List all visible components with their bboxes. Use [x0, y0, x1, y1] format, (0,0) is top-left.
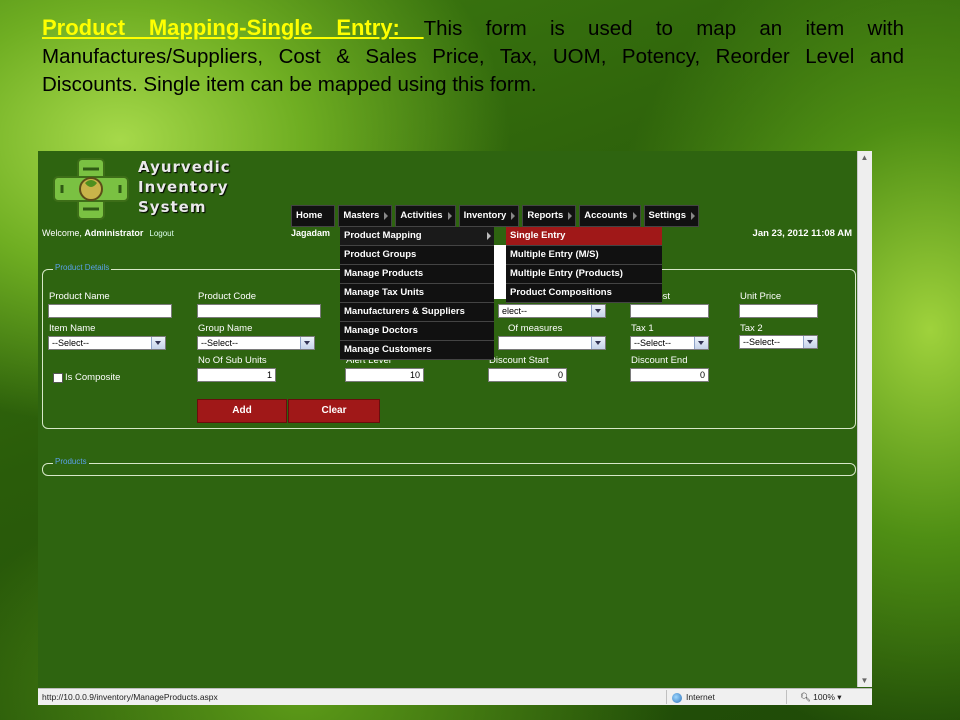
- main-nav: Home Masters Activities Inventory Report…: [291, 205, 700, 227]
- tax2-select[interactable]: --Select--: [739, 335, 818, 349]
- vertical-scrollbar[interactable]: ▲ ▼: [857, 151, 872, 687]
- nav-reports[interactable]: Reports: [522, 205, 577, 227]
- browser-statusbar: http://10.0.0.9/inventory/ManageProducts…: [38, 688, 872, 705]
- is-composite-label: Is Composite: [65, 372, 121, 383]
- zoom-level[interactable]: 🔍︎ 100% ▾: [800, 689, 842, 705]
- magnifier-icon: 🔍︎: [800, 692, 811, 702]
- uom-label: Of measures: [508, 323, 563, 334]
- menu-item-manage-products[interactable]: Manage Products: [340, 265, 494, 284]
- menu-shadow-gap: [494, 245, 506, 299]
- submenu-item-multiple-entry-ms[interactable]: Multiple Entry (M/S): [506, 246, 662, 265]
- group-name-label: Group Name: [198, 323, 253, 334]
- menu-item-manage-customers[interactable]: Manage Customers: [340, 341, 494, 360]
- menu-item-manufacturers-suppliers[interactable]: Manufacturers & Suppliers: [340, 303, 494, 322]
- item-name-label: Item Name: [49, 323, 96, 334]
- menu-item-product-groups[interactable]: Product Groups: [340, 246, 494, 265]
- tax2-label: Tax 2: [740, 323, 763, 334]
- logo-cross-icon: [53, 158, 129, 220]
- product-mapping-submenu: Single Entry Multiple Entry (M/S) Multip…: [506, 227, 662, 303]
- chevron-right-icon: [632, 212, 637, 220]
- fieldset-legend: Product Details: [53, 263, 112, 272]
- dropdown-arrow-icon: [151, 337, 165, 349]
- location-label: Jagadam: [291, 228, 331, 238]
- nav-home[interactable]: Home: [291, 205, 336, 227]
- unit-cost-input[interactable]: [630, 304, 709, 318]
- username: Administrator: [84, 228, 144, 238]
- supplier-select[interactable]: elect--: [498, 304, 606, 318]
- dropdown-arrow-icon: [694, 337, 708, 349]
- fieldset-legend: Products: [53, 457, 89, 466]
- product-code-label: Product Code: [198, 291, 257, 302]
- submenu-item-single-entry[interactable]: Single Entry: [506, 227, 662, 246]
- group-name-select[interactable]: --Select--: [197, 336, 315, 350]
- chevron-right-icon: [384, 212, 389, 220]
- scroll-up-icon[interactable]: ▲: [860, 153, 869, 162]
- tax1-select[interactable]: --Select--: [630, 336, 709, 350]
- welcome-text: Welcome, Administrator Logout: [42, 228, 174, 238]
- products-fieldset: Products: [42, 457, 856, 476]
- slide-caption: Product Mapping-Single Entry: This form …: [42, 14, 904, 99]
- product-name-label: Product Name: [49, 291, 110, 302]
- menu-item-manage-tax-units[interactable]: Manage Tax Units: [340, 284, 494, 303]
- sub-units-input[interactable]: 1: [197, 368, 276, 382]
- chevron-right-icon: [447, 212, 452, 220]
- dropdown-arrow-icon: [591, 337, 605, 349]
- nav-activities[interactable]: Activities: [395, 205, 456, 227]
- is-composite-checkbox[interactable]: [53, 373, 63, 383]
- masters-dropdown-menu: Product Mapping Product Groups Manage Pr…: [340, 227, 494, 360]
- statusbar-divider: [786, 690, 787, 704]
- product-name-input[interactable]: [48, 304, 172, 318]
- nav-inventory[interactable]: Inventory: [458, 205, 520, 227]
- product-code-input[interactable]: [197, 304, 321, 318]
- nav-masters[interactable]: Masters: [338, 205, 393, 227]
- caption-title: Product Mapping-Single Entry:: [42, 15, 424, 40]
- globe-icon: [672, 692, 682, 703]
- chevron-right-icon: [487, 232, 491, 240]
- sub-units-label: No Of Sub Units: [198, 355, 267, 366]
- item-name-select[interactable]: --Select--: [48, 336, 166, 350]
- chevron-right-icon: [568, 212, 573, 220]
- chevron-right-icon: [691, 212, 696, 220]
- unit-price-input[interactable]: [739, 304, 818, 318]
- menu-item-product-mapping[interactable]: Product Mapping: [340, 227, 494, 246]
- browser-viewport: Ayurvedic Inventory System Home Masters …: [38, 151, 872, 704]
- scroll-down-icon[interactable]: ▼: [860, 676, 869, 685]
- unit-price-label: Unit Price: [740, 291, 782, 302]
- submenu-item-product-compositions[interactable]: Product Compositions: [506, 284, 662, 303]
- app-logo-text: Ayurvedic Inventory System: [138, 158, 231, 216]
- chevron-right-icon: [511, 212, 516, 220]
- clear-button[interactable]: Clear: [288, 399, 380, 423]
- dropdown-arrow-icon: [300, 337, 314, 349]
- dropdown-arrow-icon: [591, 305, 605, 317]
- discount-start-label: Discount Start: [489, 355, 549, 366]
- alert-level-input[interactable]: 10: [345, 368, 424, 382]
- add-button[interactable]: Add: [197, 399, 287, 423]
- discount-end-input[interactable]: 0: [630, 368, 709, 382]
- tax1-label: Tax 1: [631, 323, 654, 334]
- statusbar-divider: [666, 690, 667, 704]
- nav-settings[interactable]: Settings: [643, 205, 700, 227]
- submenu-item-multiple-entry-products[interactable]: Multiple Entry (Products): [506, 265, 662, 284]
- security-zone: Internet: [672, 689, 715, 705]
- nav-accounts[interactable]: Accounts: [579, 205, 641, 227]
- menu-item-manage-doctors[interactable]: Manage Doctors: [340, 322, 494, 341]
- status-url: http://10.0.0.9/inventory/ManageProducts…: [42, 692, 218, 702]
- uom-select[interactable]: [498, 336, 606, 350]
- logout-link[interactable]: Logout: [149, 229, 173, 238]
- discount-start-input[interactable]: 0: [488, 368, 567, 382]
- discount-end-label: Discount End: [631, 355, 688, 366]
- datetime-label: Jan 23, 2012 11:08 AM: [752, 228, 852, 239]
- dropdown-arrow-icon: [803, 336, 817, 348]
